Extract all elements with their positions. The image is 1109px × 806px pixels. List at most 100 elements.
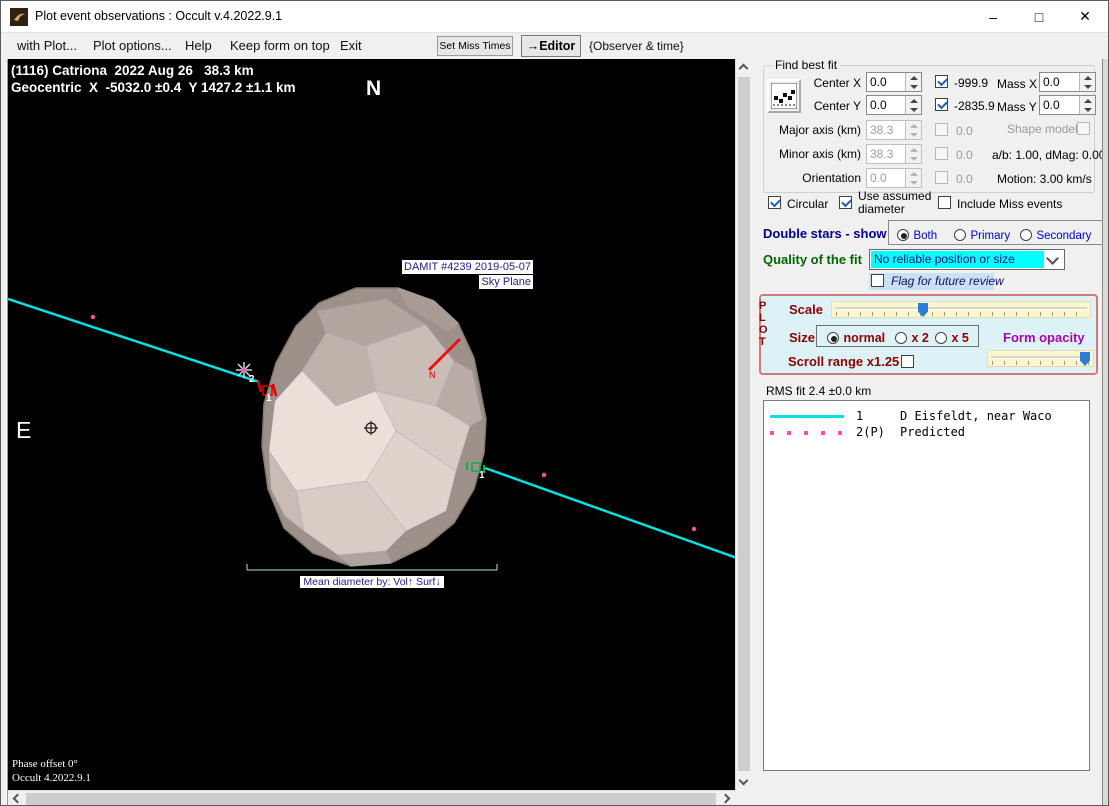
ab-dmag-label: a/b: 1.00, dMag: 0.00	[992, 148, 1106, 162]
fit-minor-checkbox	[935, 147, 948, 160]
major-axis-label: Major axis (km)	[778, 123, 861, 137]
chord-line-swatch	[768, 411, 848, 421]
set-miss-times-button[interactable]: Set Miss Times	[437, 36, 513, 56]
fit-major-checkbox	[935, 123, 948, 136]
motion-label: Motion: 3.00 km/s	[997, 172, 1092, 186]
fit-y-checkbox[interactable]	[935, 98, 948, 111]
use-assumed-checkbox[interactable]	[839, 196, 852, 209]
reappearance-label: 1	[479, 470, 485, 481]
form-opacity-label: Form opacity	[1003, 330, 1085, 345]
radio-size-x2[interactable]: x 2	[895, 329, 929, 347]
x-check-value: -999.9	[954, 76, 989, 90]
center-x-label: Center X	[813, 76, 861, 90]
use-assumed-label: Use assumed diameter	[858, 189, 932, 216]
plot-letter-t: T	[759, 336, 766, 348]
app-icon	[10, 8, 28, 26]
center-x-down[interactable]	[906, 82, 921, 91]
center-y-up[interactable]	[906, 96, 921, 105]
chevron-down-icon	[1046, 251, 1059, 265]
flag-review-checkbox[interactable]	[871, 274, 884, 287]
scroll-range-checkbox[interactable]	[901, 355, 914, 368]
title-bar[interactable]: Plot event observations : Occult v.4.202…	[1, 1, 1108, 33]
fit-x-checkbox[interactable]	[935, 75, 948, 88]
quality-dropdown[interactable]: No reliable position or size	[869, 249, 1065, 270]
mass-x-up[interactable]	[1080, 73, 1095, 82]
window-title: Plot event observations : Occult v.4.202…	[35, 9, 283, 23]
plot-letter-p: P	[759, 300, 767, 312]
sky-plane-label: Sky Plane	[479, 275, 533, 289]
legend-predicted-name: Predicted	[900, 425, 966, 439]
menu-help[interactable]: Help	[185, 38, 212, 53]
plot-canvas[interactable]: (1116) Catriona 2022 Aug 26 38.3 km Geoc…	[8, 59, 735, 790]
mass-x-down[interactable]	[1080, 82, 1095, 91]
menu-bar: with Plot... Plot options... Help Keep f…	[1, 33, 1108, 59]
menu-exit[interactable]: Exit	[340, 38, 362, 53]
include-miss-label: Include Miss events	[957, 197, 1063, 211]
center-y-spinner[interactable]: 0.0	[866, 95, 922, 115]
maximize-button[interactable]: □	[1016, 1, 1062, 32]
double-stars-group: Both Primary Secondary	[888, 220, 1102, 245]
legend-observer-name: D Eisfeldt, near Waco	[900, 409, 1052, 423]
flag-review-label: Flag for future review	[891, 274, 1004, 288]
vertical-scroll-thumb[interactable]	[738, 77, 750, 771]
center-y-down[interactable]	[906, 105, 921, 114]
minor-axis-label: Minor axis (km)	[778, 147, 861, 161]
scroll-up-button[interactable]	[736, 59, 752, 75]
plot-vertical-scrollbar[interactable]	[735, 59, 751, 790]
menu-with-plot[interactable]: with Plot...	[17, 38, 77, 53]
phase-offset-label: Phase offset 0°	[12, 758, 78, 770]
plot-horizontal-scrollbar[interactable]	[8, 790, 735, 805]
scroll-right-button[interactable]	[719, 791, 735, 805]
form-opacity-slider[interactable]	[987, 350, 1094, 367]
include-miss-checkbox[interactable]	[938, 196, 951, 209]
major-check-value: 0.0	[956, 124, 973, 138]
menu-plot-options[interactable]: Plot options...	[93, 38, 172, 53]
center-x-spinner[interactable]: 0.0	[866, 72, 922, 92]
pole-axis-label: N	[429, 370, 436, 380]
legend-row-chord[interactable]: 1 D Eisfeldt, near Waco	[768, 408, 1085, 424]
north-direction-label: N	[366, 77, 382, 100]
shape-model-label: Shape model	[1007, 122, 1078, 136]
chord-line-left	[8, 297, 260, 384]
scale-slider[interactable]	[831, 301, 1091, 318]
major-axis-spinner: 38.3	[866, 120, 922, 140]
circular-label: Circular	[787, 197, 829, 211]
menu-keep-on-top[interactable]: Keep form on top	[230, 38, 330, 53]
control-panel: Find best fit Center X 0.0 -999.9 Mass X…	[751, 58, 1106, 805]
mass-y-up[interactable]	[1080, 96, 1095, 105]
radio-primary[interactable]: Primary	[954, 226, 1010, 244]
radio-size-x5[interactable]: x 5	[935, 329, 969, 347]
radio-secondary[interactable]: Secondary	[1020, 226, 1091, 244]
rms-fit-label: RMS fit 2.4 ±0.0 km	[766, 384, 872, 398]
minimize-button[interactable]: –	[970, 1, 1016, 32]
legend-row-predicted[interactable]: 2(P) Predicted	[768, 424, 1085, 440]
chord-line-right	[484, 466, 735, 559]
editor-button[interactable]: →Editor	[521, 35, 581, 57]
mass-x-label: Mass X	[997, 77, 1038, 91]
mass-y-label: Mass Y	[997, 100, 1037, 114]
east-direction-label: E	[16, 417, 32, 443]
close-button[interactable]: ✕	[1062, 1, 1108, 32]
radio-both[interactable]: Both	[897, 226, 937, 244]
center-y-label: Center Y	[813, 99, 861, 113]
circular-checkbox[interactable]	[768, 196, 781, 209]
star-marker-label: 2	[249, 374, 255, 385]
quality-selected-value: No reliable position or size	[871, 251, 1044, 268]
observer-legend-list[interactable]: 1 D Eisfeldt, near Waco 2(P) Predicted	[763, 400, 1090, 771]
radio-size-normal[interactable]: normal	[827, 329, 885, 347]
mass-x-spinner[interactable]: 0.0	[1039, 72, 1096, 92]
orientation-spinner: 0.0	[866, 168, 922, 188]
size-label: Size	[789, 330, 816, 345]
mass-y-down[interactable]	[1080, 105, 1095, 114]
occultation-plot	[8, 287, 735, 571]
mass-y-spinner[interactable]: 0.0	[1039, 95, 1096, 115]
scale-label: Scale	[789, 302, 823, 317]
horizontal-scroll-thumb[interactable]	[26, 793, 716, 805]
damit-label: DAMIT #4239 2019-05-07	[402, 260, 533, 274]
shape-model-caption: DAMIT #4239 2019-05-07 Sky Plane	[338, 259, 533, 289]
center-x-up[interactable]	[906, 73, 921, 82]
scroll-down-button[interactable]	[736, 774, 752, 790]
scroll-left-button[interactable]	[8, 791, 24, 805]
orientation-check-value: 0.0	[956, 172, 973, 186]
scroll-range-label: Scroll range x1.25	[788, 354, 900, 369]
